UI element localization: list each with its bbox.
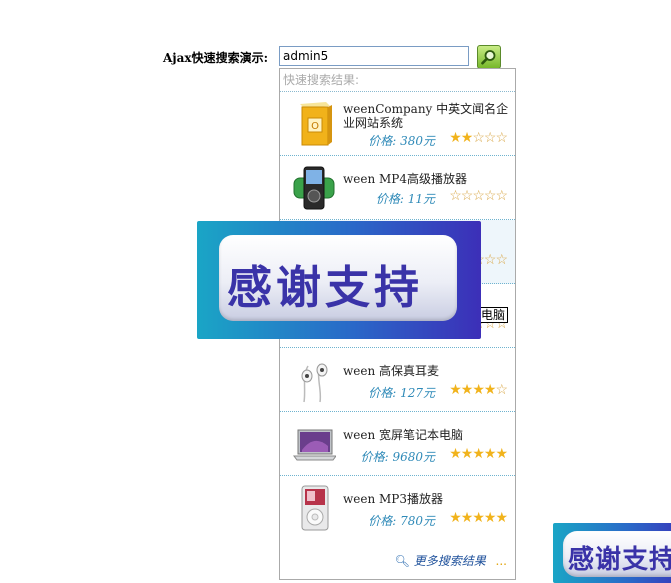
- star-filled-icon: ★: [483, 446, 497, 462]
- star-filled-icon: ★: [449, 130, 462, 146]
- suggestion-item[interactable]: ween MP3播放器 价格: 780元 ★★★★★: [280, 476, 515, 539]
- rating-stars: ★★★★★: [449, 510, 508, 526]
- rating-stars: ☆☆☆☆☆: [449, 188, 508, 204]
- star-filled-icon: ★: [460, 510, 474, 526]
- item-name: ween MP3播放器: [343, 492, 444, 506]
- star-empty-icon: ☆: [495, 130, 508, 146]
- magnifier-icon: 🔍︎: [394, 554, 410, 568]
- mp3-player-thumbnail: [301, 485, 329, 531]
- star-empty-icon: ☆: [460, 188, 474, 204]
- star-filled-icon: ★: [449, 446, 462, 462]
- star-filled-icon: ★: [472, 510, 485, 526]
- item-name: ween 宽屏笔记本电脑: [343, 428, 464, 442]
- item-price: 价格: 127元: [368, 386, 435, 400]
- thanks-banner[interactable]: 感谢支持: [197, 221, 481, 339]
- star-filled-icon: ★: [460, 446, 474, 462]
- star-empty-icon: ☆: [495, 188, 508, 204]
- item-price: 价格: 11元: [375, 192, 435, 206]
- rating-stars: ★★★★★: [449, 446, 508, 462]
- suggestion-item[interactable]: ween MP4高级播放器 价格: 11元 ☆☆☆☆☆: [280, 156, 515, 220]
- star-filled-icon: ★: [449, 510, 462, 526]
- star-filled-icon: ★: [460, 382, 474, 398]
- rating-stars: ★★☆☆☆: [449, 130, 508, 146]
- star-filled-icon: ★: [495, 446, 508, 462]
- search-button[interactable]: [477, 45, 501, 69]
- mp4-player-thumbnail: [293, 166, 335, 210]
- more-results-label: 更多搜索结果: [413, 554, 486, 568]
- suggestion-item[interactable]: O weenCompany 中英文闻名企业网站系统 价格: 380元 ★★☆☆☆: [280, 92, 515, 156]
- star-empty-icon: ☆: [472, 130, 485, 146]
- item-name: ween 高保真耳麦: [343, 364, 440, 378]
- more-dots: ...: [495, 554, 507, 568]
- rating-stars: ★★★★☆: [449, 382, 508, 398]
- magnifier-icon: [481, 50, 496, 65]
- star-empty-icon: ☆: [449, 188, 462, 204]
- star-filled-icon: ★: [460, 130, 474, 146]
- star-empty-icon: ☆: [483, 188, 497, 204]
- star-empty-icon: ☆: [483, 130, 497, 146]
- star-filled-icon: ★: [495, 510, 508, 526]
- search-input[interactable]: [279, 46, 469, 66]
- star-filled-icon: ★: [472, 382, 485, 398]
- star-empty-icon: ☆: [495, 252, 508, 268]
- suggestion-item[interactable]: ween 高保真耳麦 价格: 127元 ★★★★☆: [280, 348, 515, 412]
- item-price: 价格: 380元: [368, 134, 435, 148]
- laptop-thumbnail: [293, 429, 336, 461]
- star-filled-icon: ★: [483, 510, 497, 526]
- star-empty-icon: ☆: [495, 382, 508, 398]
- item-price: 价格: 9680元: [360, 450, 435, 464]
- banner-text: 感谢支持: [227, 261, 424, 314]
- item-name: weenCompany 中英文闻名企业网站系统: [343, 102, 509, 130]
- star-filled-icon: ★: [449, 382, 462, 398]
- item-price: 价格: 780元: [368, 514, 435, 528]
- more-results-link[interactable]: 🔍︎ 更多搜索结果 ...: [395, 552, 507, 569]
- banner-text: 感谢支持: [568, 545, 671, 575]
- item-name: ween MP4高级播放器: [343, 172, 468, 186]
- suggestion-item[interactable]: ween 宽屏笔记本电脑 价格: 9680元 ★★★★★: [280, 412, 515, 476]
- star-filled-icon: ★: [472, 446, 485, 462]
- svg-text:O: O: [311, 121, 319, 132]
- thanks-banner[interactable]: 感谢支持: [553, 523, 671, 583]
- suggestion-header: 快速搜索结果:: [280, 69, 515, 92]
- star-empty-icon: ☆: [483, 252, 497, 268]
- earphones-thumbnail: [301, 363, 328, 403]
- star-empty-icon: ☆: [472, 188, 485, 204]
- search-label: Ajax快速搜索演示:: [163, 51, 269, 65]
- software-box-thumbnail: O: [300, 102, 332, 146]
- star-filled-icon: ★: [483, 382, 497, 398]
